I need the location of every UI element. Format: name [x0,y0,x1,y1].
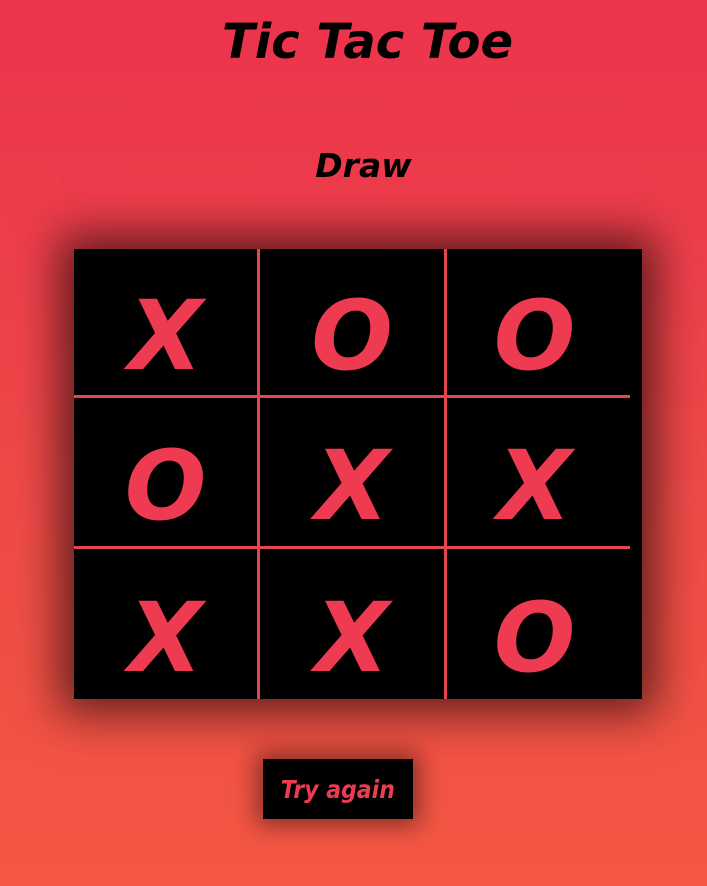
cell-mark: O [493,280,576,392]
game-board: X O O O X X X X O [74,249,642,699]
board-cell-r2-c2[interactable]: X [260,398,444,546]
cell-mark: O [493,582,576,694]
board-cell-r2-c3[interactable]: X [447,398,642,546]
cell-mark: X [128,280,203,392]
cell-mark: X [497,430,572,542]
game-status: Draw [315,146,412,185]
board-cell-r1-c3[interactable]: O [447,249,642,395]
cell-mark: X [314,430,389,542]
board-cell-r1-c2[interactable]: O [260,249,444,395]
game-title: Tic Tac Toe [221,14,514,70]
cell-mark: O [311,280,393,392]
try-again-label: Try again [280,774,396,804]
cell-mark: X [128,582,203,694]
cell-mark: X [314,582,389,694]
board-cell-r3-c2[interactable]: X [260,549,444,699]
board-cell-r3-c1[interactable]: X [74,549,257,699]
cell-mark: O [124,430,207,542]
board-cell-r3-c3[interactable]: O [447,549,642,699]
board-cell-r1-c1[interactable]: X [74,249,257,395]
try-again-button[interactable]: Try again [263,759,413,819]
board-cell-r2-c1[interactable]: O [74,398,257,546]
